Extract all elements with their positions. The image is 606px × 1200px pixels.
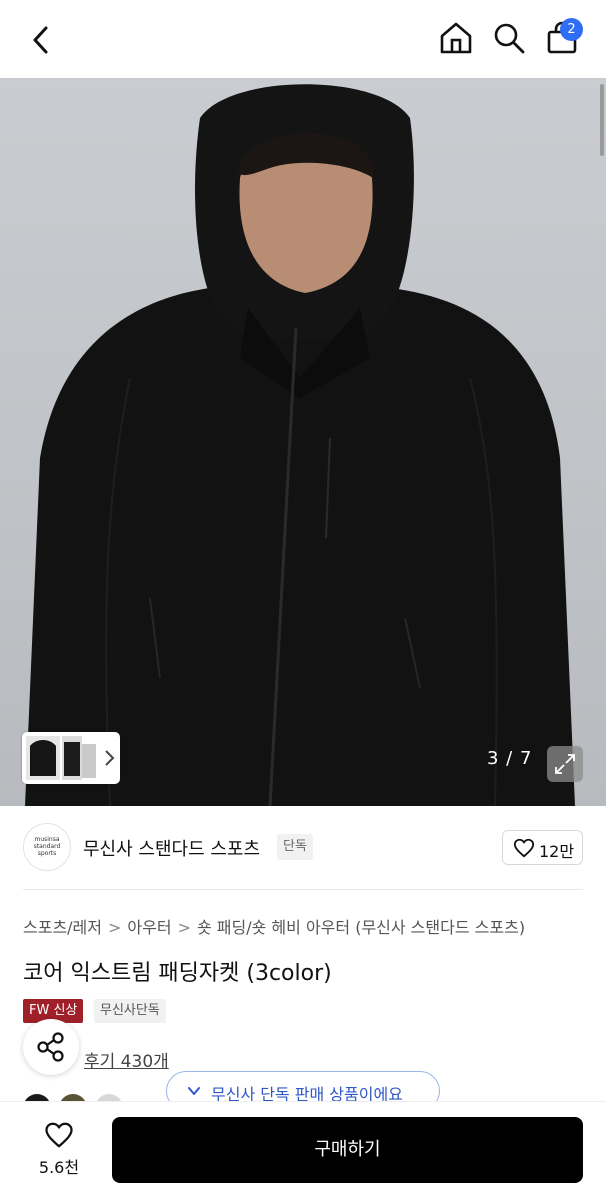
brand-name[interactable]: 무신사 스탠다드 스포츠 [83, 835, 260, 861]
breadcrumb-item-short-padding[interactable]: 숏 패딩/숏 헤비 아우터 (무신사 스탠다드 스포츠) [197, 918, 525, 937]
reviews-link[interactable]: 후기 430개 [84, 1047, 169, 1072]
home-icon [440, 22, 472, 54]
cart-count-badge: 2 [560, 18, 583, 41]
share-icon [37, 1032, 64, 1062]
back-button[interactable] [22, 20, 62, 60]
musinsa-exclusive-tag: 무신사단독 [94, 999, 166, 1023]
brand-like-count: 12만 [539, 842, 575, 861]
chevron-right-icon [105, 750, 115, 766]
image-page-indicator: 3 / 7 [487, 748, 533, 769]
breadcrumb-item-sports[interactable]: 스포츠/레저 [23, 918, 102, 937]
expand-icon [555, 754, 575, 774]
breadcrumb-separator: > [177, 918, 191, 937]
share-button[interactable] [23, 1019, 79, 1075]
search-button[interactable] [489, 18, 529, 58]
breadcrumb-separator: > [108, 918, 122, 937]
heart-icon [45, 1122, 73, 1148]
product-photo [25, 84, 575, 806]
product-image-gallery[interactable]: 3 / 7 [0, 78, 606, 806]
wishlist-count: 5.6천 [38, 1158, 80, 1177]
brand-logo-wordmark: musinsa standard sports [33, 836, 61, 857]
back-arrow-icon [33, 26, 48, 54]
thumbnail-strip[interactable] [22, 732, 120, 784]
expand-image-button[interactable] [547, 746, 583, 782]
breadcrumb-item-outer[interactable]: 아우터 [127, 918, 171, 937]
wishlist-button[interactable]: 5.6천 [28, 1118, 90, 1178]
page-scrollbar[interactable] [600, 84, 604, 156]
breadcrumb: 스포츠/레저 > 아우터 > 숏 패딩/숏 헤비 아우터 (무신사 스탠다드 스포츠) [23, 914, 525, 938]
brand-like-button[interactable]: 12만 [502, 830, 583, 865]
brand-logo[interactable]: musinsa standard sports [23, 823, 71, 871]
heart-icon [513, 838, 535, 858]
top-app-bar: 2 [0, 0, 606, 78]
check-icon [188, 1087, 200, 1095]
exclusive-chip: 단독 [277, 834, 313, 860]
section-divider [23, 889, 583, 890]
search-icon [494, 23, 525, 54]
home-button[interactable] [436, 18, 476, 58]
buy-button[interactable]: 구매하기 [112, 1117, 583, 1183]
product-title: 코어 익스트림 패딩자켓 (3color) [23, 961, 332, 986]
